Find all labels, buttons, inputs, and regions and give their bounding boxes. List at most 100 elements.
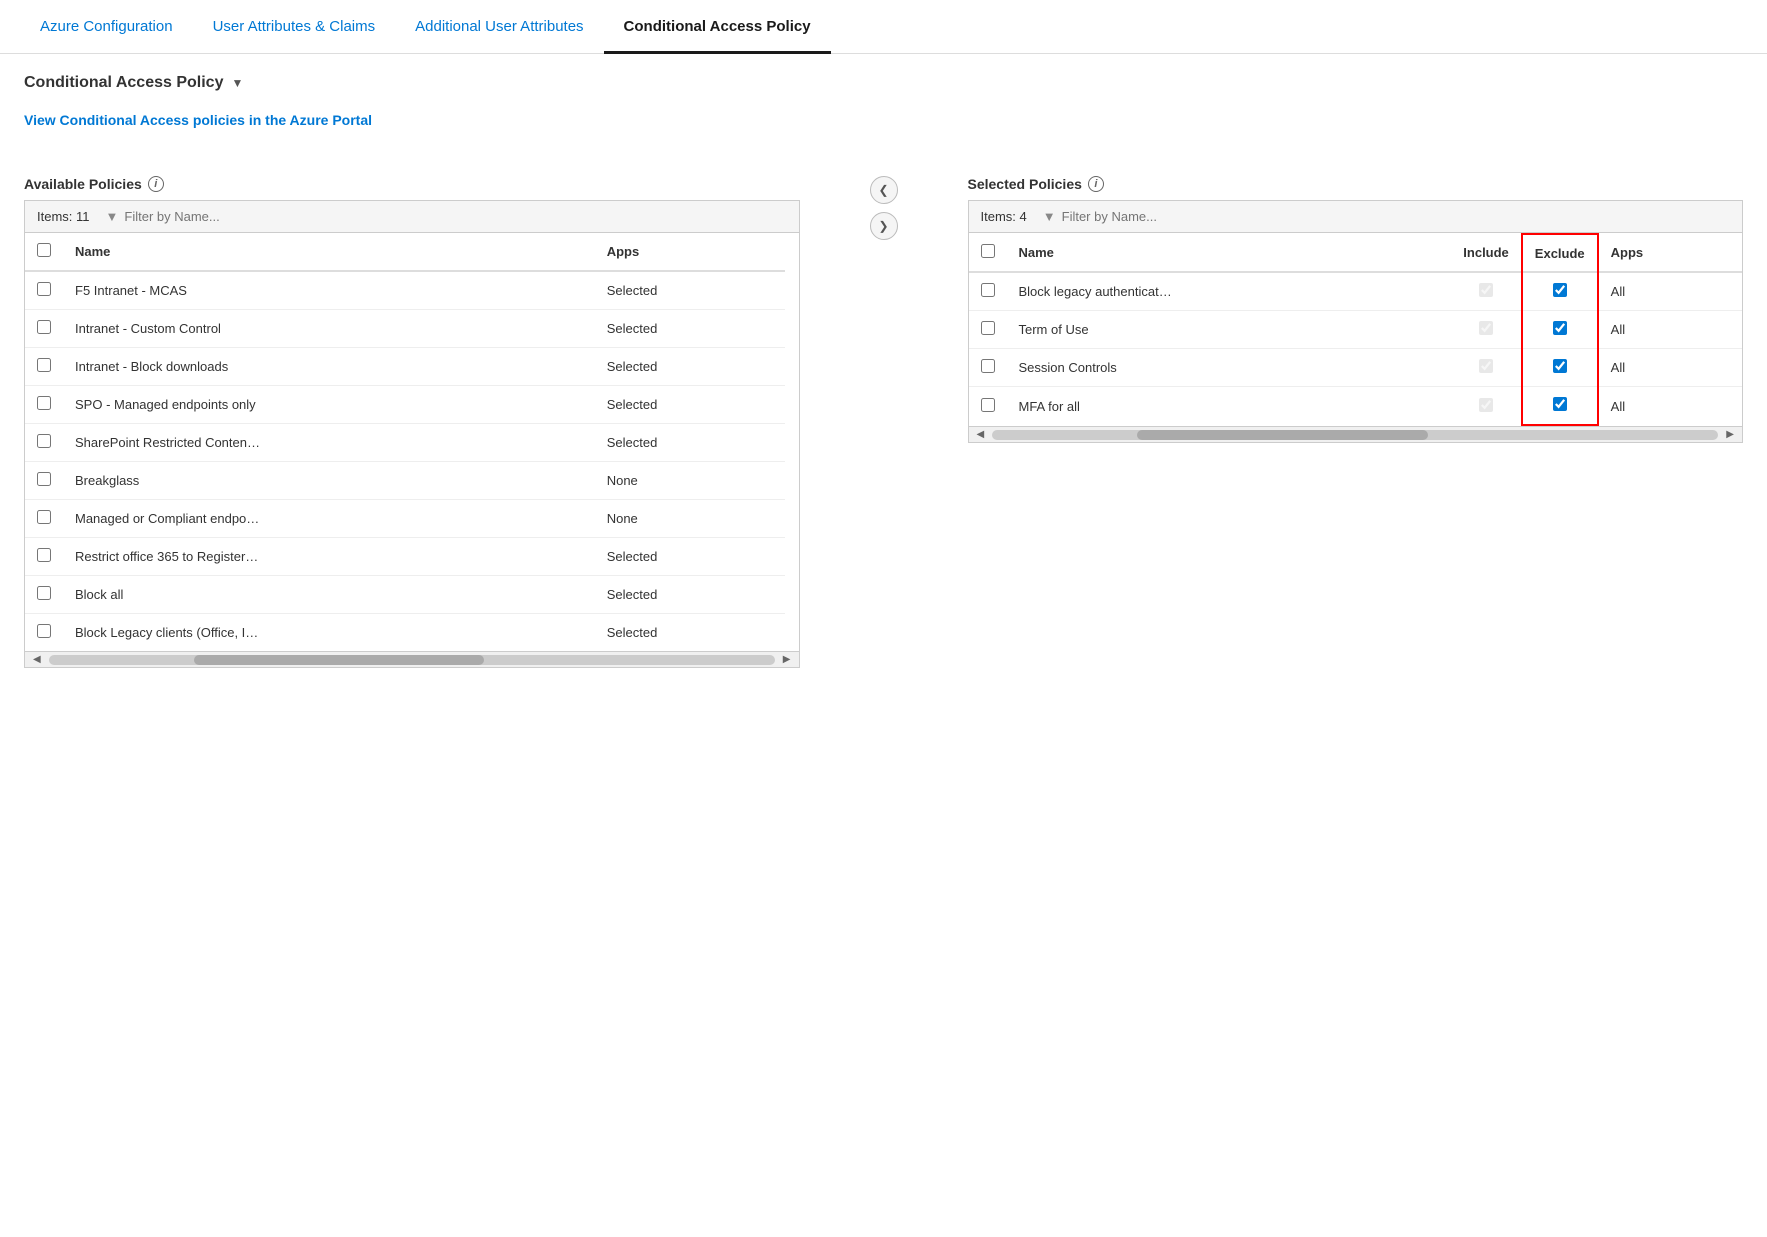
- available-policies-table-wrapper: Items: 11 ▼: [24, 200, 800, 668]
- available-scroll-right[interactable]: ▶: [779, 654, 795, 665]
- selected-policies-table-wrapper: Items: 4 ▼ Name Include: [968, 200, 1744, 443]
- available-row-apps-0: Selected: [595, 271, 785, 310]
- available-scroll-left[interactable]: ◀: [29, 654, 45, 665]
- available-row-name-6: Managed or Compliant endpo…: [63, 500, 595, 538]
- nav-azure-config[interactable]: Azure Configuration: [20, 0, 193, 54]
- available-row-apps-4: Selected: [595, 424, 785, 462]
- available-filter-input[interactable]: [124, 209, 786, 224]
- available-row-checkbox-2[interactable]: [37, 358, 51, 372]
- selected-policies-tbody: Block legacy authenticat… All Term of Us…: [969, 272, 1743, 425]
- available-policies-panel: Available Policies i Items: 11 ▼: [24, 176, 800, 668]
- available-table-row: Intranet - Block downloads Selected: [25, 348, 785, 386]
- available-policies-tbody: F5 Intranet - MCAS Selected Intranet - C…: [25, 271, 785, 651]
- available-table-row: Block Legacy clients (Office, I… Selecte…: [25, 614, 785, 652]
- available-row-checkbox-3[interactable]: [37, 396, 51, 410]
- available-policies-label: Available Policies i: [24, 176, 800, 192]
- available-row-checkbox-0[interactable]: [37, 282, 51, 296]
- selected-filter-area: ▼: [1043, 209, 1730, 224]
- available-row-name-0: F5 Intranet - MCAS: [63, 271, 595, 310]
- available-policies-toolbar: Items: 11 ▼: [25, 201, 799, 233]
- available-row-checkbox-cell: [25, 424, 63, 462]
- top-navigation: Azure Configuration User Attributes & Cl…: [0, 0, 1767, 54]
- available-row-checkbox-6[interactable]: [37, 510, 51, 524]
- selected-row-include-0: [1451, 272, 1522, 311]
- nav-conditional-access[interactable]: Conditional Access Policy: [604, 0, 831, 54]
- available-row-name-8: Block all: [63, 576, 595, 614]
- move-left-button[interactable]: ❮: [870, 176, 898, 204]
- selected-row-checkbox-3[interactable]: [981, 398, 995, 412]
- selected-row-apps-2: All: [1598, 349, 1742, 387]
- available-h-scrollbar[interactable]: ◀ ▶: [25, 651, 799, 667]
- selected-row-name-3: MFA for all: [1007, 387, 1452, 426]
- selected-policies-label: Selected Policies i: [968, 176, 1744, 192]
- available-row-checkbox-1[interactable]: [37, 320, 51, 334]
- selected-row-exclude-checkbox-2[interactable]: [1553, 359, 1567, 373]
- selected-row-exclude-0: [1522, 272, 1598, 311]
- selected-policies-info-icon[interactable]: i: [1088, 176, 1104, 192]
- selected-scroll-right[interactable]: ▶: [1722, 429, 1738, 440]
- available-table-header-row: Name Apps: [25, 233, 785, 271]
- selected-row-checkbox-cell-2: [969, 349, 1007, 387]
- section-dropdown-arrow[interactable]: ▼: [231, 76, 243, 90]
- available-row-name-9: Block Legacy clients (Office, I…: [63, 614, 595, 652]
- available-policies-table-container[interactable]: Name Apps F5 Intranet - MCAS Selected In…: [25, 233, 799, 651]
- selected-table-row: Term of Use All: [969, 311, 1743, 349]
- available-row-checkbox-cell: [25, 614, 63, 652]
- available-row-checkbox-cell: [25, 271, 63, 310]
- available-row-checkbox-9[interactable]: [37, 624, 51, 638]
- available-row-apps-5: None: [595, 462, 785, 500]
- available-policies-info-icon[interactable]: i: [148, 176, 164, 192]
- available-header-name: Name: [63, 233, 595, 271]
- available-select-all-checkbox[interactable]: [37, 243, 51, 257]
- selected-row-exclude-checkbox-0[interactable]: [1553, 283, 1567, 297]
- available-row-apps-6: None: [595, 500, 785, 538]
- selected-row-checkbox-1[interactable]: [981, 321, 995, 335]
- available-row-checkbox-cell: [25, 348, 63, 386]
- selected-row-exclude-checkbox-3[interactable]: [1553, 397, 1567, 411]
- available-table-row: F5 Intranet - MCAS Selected: [25, 271, 785, 310]
- available-row-checkbox-7[interactable]: [37, 548, 51, 562]
- page-content: Conditional Access Policy ▼ View Conditi…: [0, 54, 1767, 688]
- available-row-checkbox-5[interactable]: [37, 472, 51, 486]
- selected-row-exclude-checkbox-1[interactable]: [1553, 321, 1567, 335]
- selected-header-apps: Apps: [1598, 234, 1742, 272]
- selected-row-include-3: [1451, 387, 1522, 426]
- selected-row-name-0: Block legacy authenticat…: [1007, 272, 1452, 311]
- available-row-name-7: Restrict office 365 to Register…: [63, 538, 595, 576]
- available-row-name-5: Breakglass: [63, 462, 595, 500]
- available-scroll-thumb: [194, 655, 484, 665]
- available-items-count: Items: 11: [37, 209, 90, 224]
- available-scroll-track[interactable]: [49, 655, 775, 665]
- available-row-checkbox-cell: [25, 576, 63, 614]
- available-header-apps: Apps: [595, 233, 785, 271]
- nav-user-attributes[interactable]: User Attributes & Claims: [193, 0, 396, 54]
- selected-row-include-1: [1451, 311, 1522, 349]
- available-row-apps-3: Selected: [595, 386, 785, 424]
- available-row-checkbox-4[interactable]: [37, 434, 51, 448]
- nav-additional-user-attributes[interactable]: Additional User Attributes: [395, 0, 603, 54]
- selected-h-scrollbar[interactable]: ◀ ▶: [969, 426, 1743, 442]
- available-row-checkbox-cell: [25, 500, 63, 538]
- selected-row-apps-1: All: [1598, 311, 1742, 349]
- move-right-button[interactable]: ❯: [870, 212, 898, 240]
- selected-scroll-left[interactable]: ◀: [973, 429, 989, 440]
- selected-row-checkbox-0[interactable]: [981, 283, 995, 297]
- available-row-checkbox-cell: [25, 310, 63, 348]
- selected-row-include-checkbox-2: [1479, 359, 1493, 373]
- selected-row-checkbox-2[interactable]: [981, 359, 995, 373]
- available-row-apps-7: Selected: [595, 538, 785, 576]
- available-row-apps-8: Selected: [595, 576, 785, 614]
- transfer-arrow-buttons: ❮ ❯: [860, 176, 908, 240]
- available-table-row: Block all Selected: [25, 576, 785, 614]
- selected-header-checkbox-cell: [969, 234, 1007, 272]
- selected-filter-input[interactable]: [1062, 209, 1730, 224]
- available-policies-table: Name Apps F5 Intranet - MCAS Selected In…: [25, 233, 785, 651]
- selected-select-all-checkbox[interactable]: [981, 244, 995, 258]
- available-header-checkbox-cell: [25, 233, 63, 271]
- available-row-checkbox-cell: [25, 386, 63, 424]
- selected-scroll-track[interactable]: [992, 430, 1718, 440]
- selected-scroll-thumb: [1137, 430, 1427, 440]
- available-row-checkbox-8[interactable]: [37, 586, 51, 600]
- azure-portal-link[interactable]: View Conditional Access policies in the …: [24, 112, 372, 128]
- selected-header-name: Name: [1007, 234, 1452, 272]
